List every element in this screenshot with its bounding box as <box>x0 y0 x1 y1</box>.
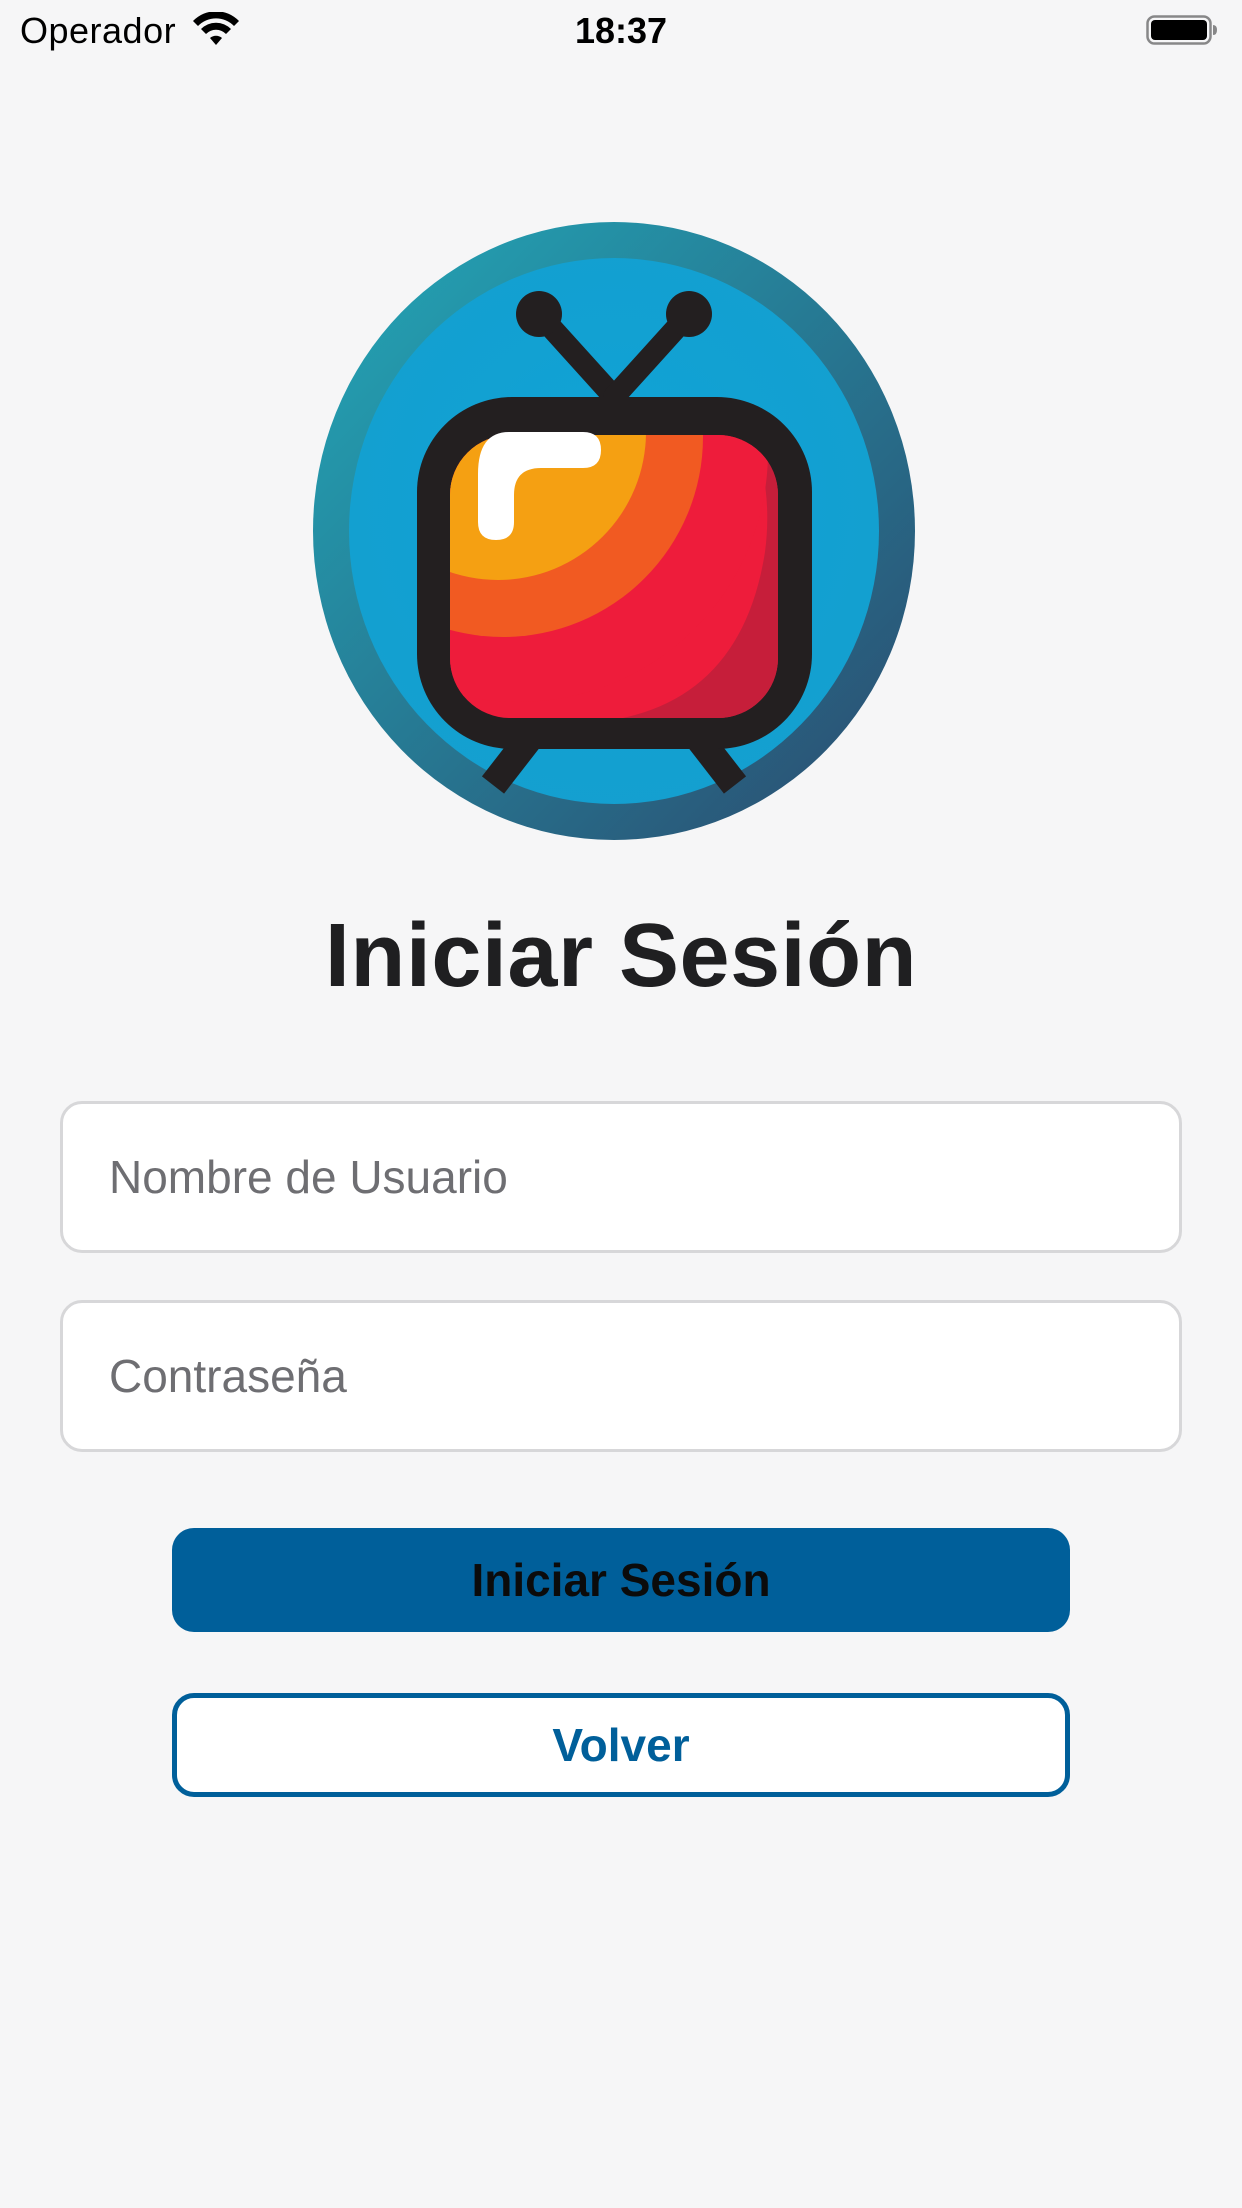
back-button[interactable]: Volver <box>172 1693 1070 1797</box>
password-field-container <box>60 1300 1182 1452</box>
login-button[interactable]: Iniciar Sesión <box>172 1528 1070 1632</box>
password-input[interactable] <box>63 1303 1179 1449</box>
login-screen: Operador 18:37 Iniciar Sesión Nombre de … <box>0 0 1242 2208</box>
username-input[interactable] <box>63 1104 1179 1250</box>
username-field-container <box>60 1101 1182 1253</box>
retro-tv-logo-icon <box>313 222 915 840</box>
page-title: Iniciar Sesión <box>324 906 918 1006</box>
status-time: 18:37 <box>574 10 668 51</box>
battery-full-icon <box>1146 15 1217 45</box>
status-bar: Operador 18:37 <box>0 0 1242 62</box>
